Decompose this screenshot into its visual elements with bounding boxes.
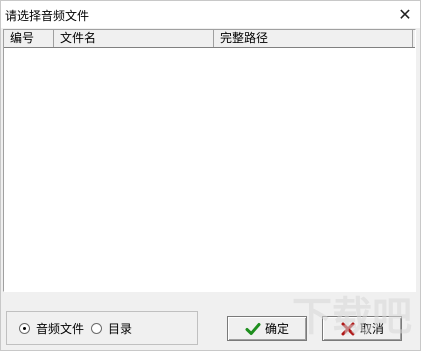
radio-directory-label: 目录 (108, 321, 133, 336)
window-title: 请选择音频文件 (5, 9, 90, 23)
radio-directory[interactable]: 目录 (91, 320, 132, 337)
ok-button[interactable]: 确定 (227, 316, 307, 341)
file-list[interactable]: 编号 文件名 完整路径 (3, 29, 416, 292)
x-icon (340, 321, 356, 337)
column-full-path[interactable]: 完整路径 (214, 30, 413, 47)
column-filename[interactable]: 文件名 (54, 30, 214, 47)
close-button[interactable]: ✕ (390, 1, 420, 27)
radio-audio-file-label: 音频文件 (36, 321, 85, 336)
check-icon (245, 321, 261, 337)
cancel-button-label: 取消 (359, 322, 384, 336)
radio-directory-indicator[interactable] (91, 322, 103, 334)
column-number[interactable]: 编号 (4, 30, 54, 47)
cancel-button[interactable]: 取消 (322, 316, 402, 341)
radio-audio-file-indicator[interactable] (19, 322, 30, 334)
list-header: 编号 文件名 完整路径 (4, 30, 415, 48)
close-icon: ✕ (398, 4, 412, 24)
audio-file-dialog: 请选择音频文件 ✕ 编号 文件名 完整路径 音频文件 目录 确定 取消 下载吧 (0, 0, 421, 351)
title-bar: 请选择音频文件 ✕ (1, 1, 420, 28)
source-type-group: 音频文件 目录 (6, 311, 198, 345)
bottom-panel: 音频文件 目录 确定 取消 下载吧 (1, 293, 420, 350)
radio-audio-file[interactable]: 音频文件 (19, 320, 84, 337)
ok-button-label: 确定 (264, 322, 289, 336)
